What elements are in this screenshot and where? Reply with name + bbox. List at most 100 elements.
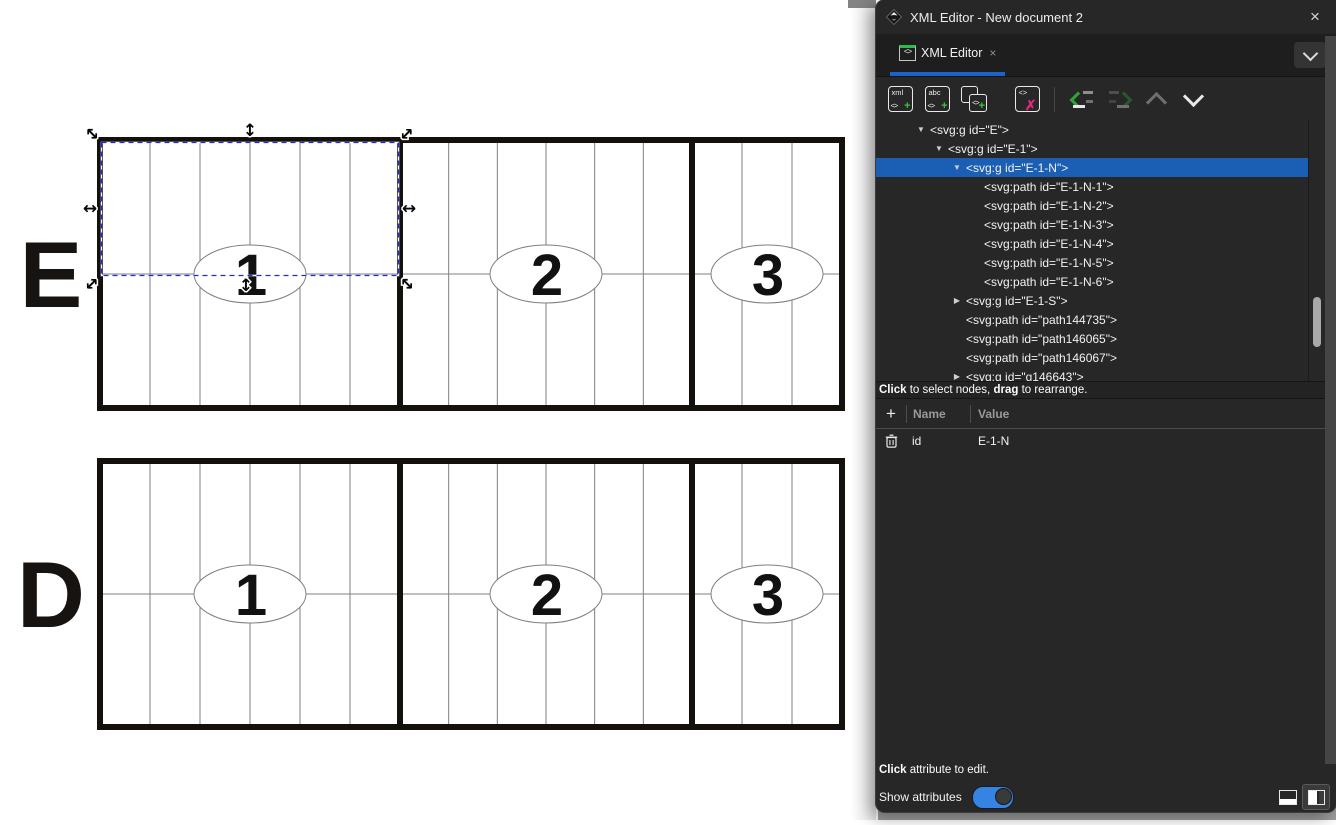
tree-row[interactable]: ▼<svg:g id="E-1"> [876, 139, 1308, 158]
tree-row-label: <svg:g id="E-1-S"> [966, 294, 1068, 308]
tree-row[interactable]: <svg:path id="E-1-N-3"> [876, 215, 1308, 234]
tree-row-label: <svg:path id="path146065"> [966, 332, 1117, 346]
box-number: 3 [752, 243, 784, 308]
show-attributes-toggle[interactable] [972, 786, 1014, 809]
xml-node-icon: <> [899, 45, 916, 61]
chevron-up-icon [1145, 91, 1166, 112]
chevron-down-icon [1182, 86, 1203, 107]
show-attributes-label: Show attributes [879, 790, 962, 804]
tab-label: XML Editor [921, 46, 982, 60]
attr-value-column-header: Value [971, 407, 1009, 421]
tree-row-label: <svg:g id="E-1"> [948, 142, 1038, 156]
selection-handle-e-icon[interactable]: ↔ [402, 199, 416, 219]
tree-row-label: <svg:path id="path144735"> [966, 313, 1117, 327]
tree-row-label: <svg:path id="E-1-N-1"> [984, 180, 1114, 194]
xml-node-tree[interactable]: ▼<svg:g id="E">▼<svg:g id="E-1">▼<svg:g … [876, 120, 1336, 381]
delete-node-button[interactable]: <> ✗ [1013, 85, 1041, 113]
expander-closed-icon[interactable]: ▶ [950, 296, 964, 305]
expander-closed-icon[interactable]: ▶ [950, 372, 964, 381]
panel-menu-button[interactable] [1294, 42, 1326, 68]
indent-node-icon [1108, 89, 1131, 109]
row-label: E [20, 222, 83, 327]
row-label: D [17, 542, 85, 647]
duplicate-node-button[interactable]: <> + [960, 85, 988, 113]
attr-value[interactable]: E-1-N [970, 434, 1009, 448]
tab-close-icon[interactable]: × [989, 46, 996, 60]
box-number: 2 [531, 243, 563, 308]
tree-row-label: <svg:g id="g146643"> [966, 370, 1084, 382]
duplicate-node-icon: <> + [961, 86, 987, 112]
panel-right-gutter [1325, 36, 1336, 764]
vertical-split-icon [1308, 790, 1325, 805]
delete-attribute-button[interactable] [876, 434, 906, 448]
add-attribute-button[interactable]: + [876, 404, 906, 424]
new-element-node-icon: xml <> + [888, 86, 913, 112]
tree-row[interactable]: <svg:path id="E-1-N-4"> [876, 234, 1308, 253]
tree-row-label: <svg:path id="path146067"> [966, 351, 1117, 365]
attribute-row-id[interactable]: id E-1-N [876, 429, 1325, 453]
tree-row[interactable]: <svg:path id="path144735"> [876, 310, 1308, 329]
dialog-titlebar[interactable]: XML Editor - New document 2 × [876, 0, 1336, 34]
dialog-title: XML Editor - New document 2 [910, 10, 1304, 25]
chevron-down-icon [1302, 45, 1318, 61]
panel-tabbar: <> XML Editor × [876, 34, 1336, 77]
tree-hint-text: Click to select nodes, drag to rearrange… [876, 381, 1325, 399]
canvas-edge-corner [848, 0, 876, 8]
tree-row[interactable]: <svg:path id="path146065"> [876, 329, 1308, 348]
tree-row-label: <svg:path id="E-1-N-6"> [984, 275, 1114, 289]
horizontal-split-icon [1279, 790, 1297, 805]
tree-row[interactable]: ▶<svg:g id="E-1-S"> [876, 291, 1308, 310]
dialog-close-button[interactable]: × [1304, 6, 1326, 28]
tree-row[interactable]: <svg:path id="E-1-N-6"> [876, 272, 1308, 291]
drawing-canvas-area[interactable]: 123E↕↕↔↔↔↔↔↔123D [0, 0, 876, 820]
tree-row[interactable]: ▼<svg:g id="E-1-N"> [876, 158, 1308, 177]
tree-scrollbar-track[interactable] [1308, 120, 1326, 381]
selection-handle-s-icon[interactable]: ↕ [239, 276, 253, 296]
unindent-node-icon [1071, 89, 1094, 109]
tab-xml-editor[interactable]: <> XML Editor × [890, 34, 1005, 76]
xml-toolbar: xml <> + abc <> + <> + <> [876, 77, 1336, 121]
tree-row[interactable]: ▶<svg:g id="g146643"> [876, 367, 1308, 381]
tree-row[interactable]: <svg:path id="path146067"> [876, 348, 1308, 367]
drawing-canvas[interactable]: 123E↕↕↔↔↔↔↔↔123D [0, 0, 876, 820]
trash-icon [885, 434, 898, 448]
tree-row[interactable]: <svg:path id="E-1-N-5"> [876, 253, 1308, 272]
attributes-header: + Name Value [876, 400, 1325, 429]
tree-row-label: <svg:g id="E"> [930, 123, 1009, 137]
attribute-edit-hint: Click attribute to edit. [879, 764, 989, 776]
tree-row[interactable]: <svg:path id="E-1-N-2"> [876, 196, 1308, 215]
expander-open-icon[interactable]: ▼ [950, 163, 964, 172]
box-number: 3 [752, 563, 784, 628]
attr-name[interactable]: id [906, 434, 970, 448]
new-text-node-button[interactable]: abc <> + [923, 85, 951, 113]
tree-row-label: <svg:path id="E-1-N-4"> [984, 237, 1114, 251]
selection-handle-n-icon[interactable]: ↕ [243, 121, 257, 141]
new-element-node-button[interactable]: xml <> + [886, 85, 914, 113]
indent-node-button[interactable] [1105, 85, 1133, 113]
tree-row-label: <svg:g id="E-1-N"> [966, 161, 1068, 175]
box-number: 1 [235, 563, 267, 628]
layout-horizontal-button[interactable] [1274, 784, 1302, 810]
expander-open-icon[interactable]: ▼ [914, 125, 928, 134]
canvas-edge-strip [852, 0, 876, 820]
tree-row-label: <svg:path id="E-1-N-3"> [984, 218, 1114, 232]
panel-footer: Show attributes [879, 784, 1330, 810]
box-number: 2 [531, 563, 563, 628]
unindent-node-button[interactable] [1068, 85, 1096, 113]
layout-vertical-button[interactable] [1302, 784, 1330, 810]
expander-open-icon[interactable]: ▼ [932, 144, 946, 153]
attr-name-column-header: Name [907, 407, 970, 421]
inkscape-logo-icon [886, 9, 902, 25]
tree-row-label: <svg:path id="E-1-N-5"> [984, 256, 1114, 270]
xml-editor-dialog: XML Editor - New document 2 × <> XML Edi… [876, 0, 1336, 812]
tree-row[interactable]: <svg:path id="E-1-N-1"> [876, 177, 1308, 196]
move-node-down-button[interactable] [1179, 85, 1207, 113]
new-text-node-icon: abc <> + [925, 86, 950, 112]
delete-node-icon: <> ✗ [1015, 86, 1040, 112]
selection-handle-w-icon[interactable]: ↔ [83, 199, 97, 219]
tree-row-label: <svg:path id="E-1-N-2"> [984, 199, 1114, 213]
toolbar-separator [1054, 87, 1055, 112]
tree-row[interactable]: ▼<svg:g id="E"> [876, 120, 1308, 139]
move-node-up-button[interactable] [1142, 85, 1170, 113]
tree-scrollbar-thumb[interactable] [1313, 297, 1321, 347]
